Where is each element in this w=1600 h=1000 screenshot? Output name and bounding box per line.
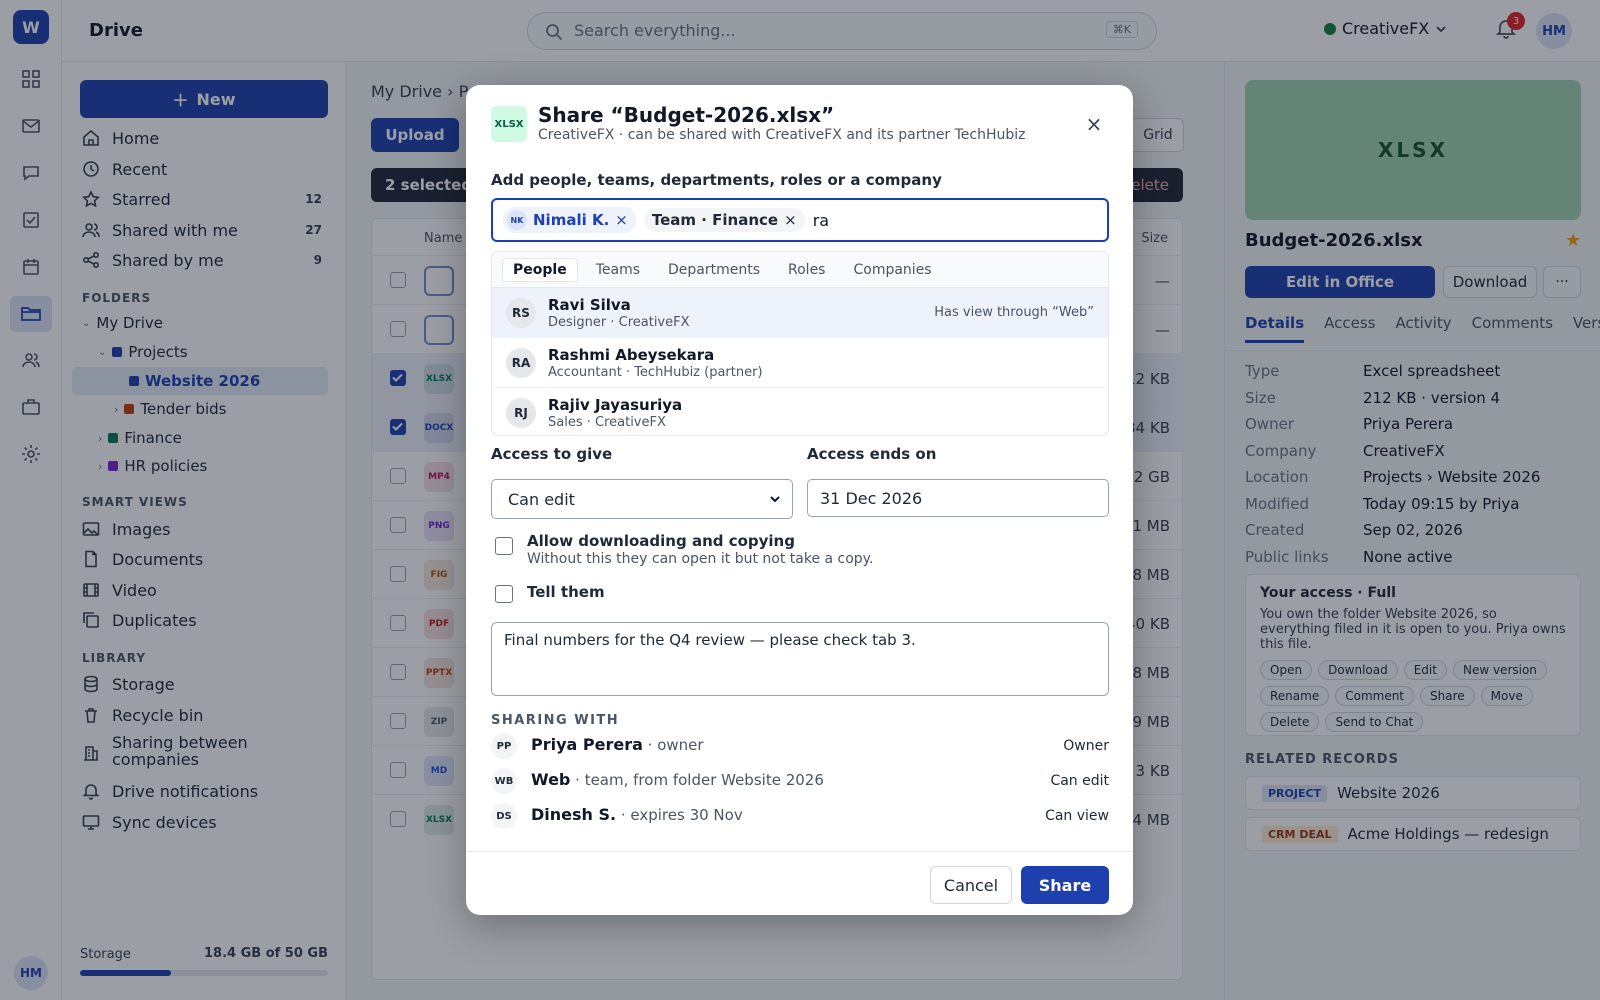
dialog-subtitle: CreativeFX · can be shared with Creative…: [538, 127, 1026, 143]
access-level-value: Can edit: [508, 489, 575, 509]
cancel-button[interactable]: Cancel: [930, 866, 1012, 904]
member-row: WB Web · team, from folder Website 2026 Ca…: [491, 766, 1109, 796]
sharing-with-heading: SHARING WITH: [491, 713, 620, 728]
member-name: Dinesh S. · expires 30 Nov: [531, 805, 743, 824]
avatar: WB: [491, 768, 517, 794]
avatar: PP: [491, 733, 517, 759]
recipient-picker-input[interactable]: NK Nimali K. × Team · Finance × ra: [491, 198, 1109, 242]
recipient-token: Team · Finance ×: [643, 208, 805, 232]
message-textarea[interactable]: Final numbers for the Q4 review — please…: [491, 622, 1109, 696]
suggestion-note: Has view through “Web”: [934, 305, 1094, 320]
suggestion-item[interactable]: RA Rashmi Abeysekara Accountant · TechHubi…: [492, 338, 1108, 388]
xlsx-file-icon: XLSX: [491, 106, 527, 142]
member-row: DS Dinesh S. · expires 30 Nov Can view: [491, 801, 1109, 831]
suggestion-name: Rashmi Abeysekara: [548, 346, 715, 364]
suggestion-role: Sales · CreativeFX: [548, 415, 666, 430]
member-name-text: Web: [531, 770, 571, 789]
dialog-title: Share “Budget-2026.xlsx”: [538, 103, 835, 127]
avatar: RA: [506, 348, 536, 378]
picker-label: Add people, teams, departments, roles or…: [491, 171, 942, 189]
access-end-date-input[interactable]: 31 Dec 2026: [807, 479, 1109, 517]
tab-people[interactable]: People: [502, 257, 578, 282]
token-label: Team · Finance: [651, 211, 779, 229]
suggestion-item[interactable]: RS Ravi Silva Designer · CreativeFX Has vie…: [492, 288, 1108, 338]
access-level-select[interactable]: Can edit: [491, 479, 793, 519]
suggestion-role: Accountant · TechHubiz (partner): [548, 365, 763, 380]
allow-download-label: Allow downloading and copying: [527, 532, 795, 550]
close-icon[interactable]: ×: [1081, 111, 1107, 137]
member-role-select[interactable]: Can edit: [1050, 773, 1109, 789]
avatar: DS: [491, 803, 517, 829]
chevron-down-icon: [770, 496, 780, 503]
tab-departments[interactable]: Departments: [658, 259, 770, 281]
member-role: Owner: [1063, 738, 1109, 754]
access-to-give-label: Access to give: [491, 445, 613, 463]
member-detail: · expires 30 Nov: [616, 806, 743, 824]
share-dialog: XLSX Share “Budget-2026.xlsx” CreativeFX…: [466, 85, 1133, 915]
suggestion-role: Designer · CreativeFX: [548, 315, 690, 330]
typed-query: ra: [812, 210, 830, 230]
suggestion-dropdown: People Teams Departments Roles Companies…: [491, 251, 1109, 436]
tab-roles[interactable]: Roles: [778, 259, 835, 281]
access-ends-label: Access ends on: [807, 445, 937, 463]
member-detail: · team, from folder Website 2026: [570, 771, 824, 789]
suggestion-tabs: People Teams Departments Roles Companies: [492, 252, 1108, 288]
tell-them-checkbox[interactable]: [495, 585, 513, 603]
member-row: PP Priya Perera · owner Owner: [491, 731, 1109, 761]
member-name: Priya Perera · owner: [531, 735, 704, 754]
remove-token-icon[interactable]: ×: [615, 211, 628, 229]
tab-teams[interactable]: Teams: [586, 259, 650, 281]
allow-download-description: Without this they can open it but not ta…: [527, 551, 874, 567]
remove-token-icon[interactable]: ×: [784, 211, 797, 229]
allow-download-checkbox[interactable]: [495, 537, 513, 555]
recipient-token: NK Nimali K. ×: [503, 207, 636, 233]
dialog-footer-divider: [466, 851, 1133, 852]
token-label: Nimali K.: [533, 211, 610, 229]
suggestion-name: Ravi Silva: [548, 296, 631, 314]
suggestion-name: Rajiv Jayasuriya: [548, 396, 683, 414]
share-button[interactable]: Share: [1021, 866, 1109, 904]
member-role-select[interactable]: Can view: [1045, 808, 1109, 824]
tab-companies[interactable]: Companies: [843, 259, 941, 281]
member-name: Web · team, from folder Website 2026: [531, 770, 824, 789]
member-detail: · owner: [642, 736, 704, 754]
member-name-text: Priya Perera: [531, 735, 643, 754]
token-avatar: NK: [507, 210, 527, 230]
avatar: RS: [506, 298, 536, 328]
avatar: RJ: [506, 398, 536, 428]
tell-them-label: Tell them: [527, 583, 605, 601]
member-name-text: Dinesh S.: [531, 805, 617, 824]
suggestion-item[interactable]: RJ Rajiv Jayasuriya Sales · CreativeFX: [492, 388, 1108, 435]
